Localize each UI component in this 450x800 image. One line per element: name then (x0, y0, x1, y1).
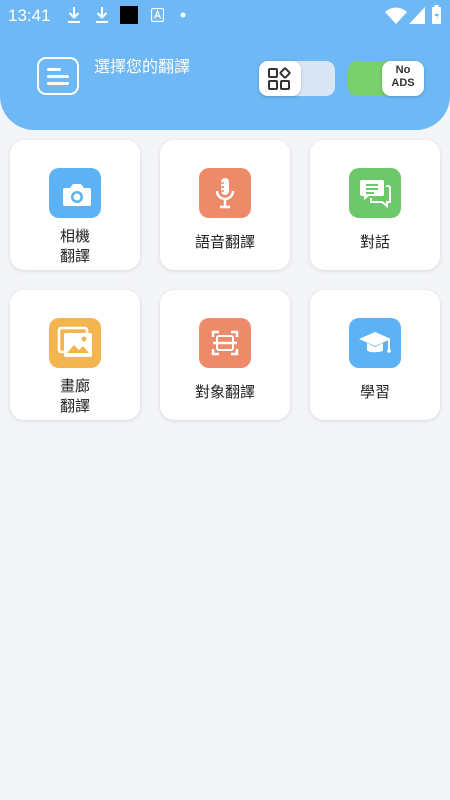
no-ads-toggle[interactable]: No ADS (348, 61, 424, 96)
icon-tile (49, 168, 101, 218)
toggle-knob: No ADS (382, 61, 424, 96)
feature-card-label: 畫廊 翻譯 (10, 376, 140, 416)
feature-card[interactable]: 對話 (310, 140, 440, 270)
microphone-icon (215, 178, 235, 209)
label-line: 對話 (359, 233, 390, 251)
status-time: 13:41 (8, 6, 51, 25)
feature-card[interactable]: 畫廊 翻譯 (10, 290, 140, 420)
feature-card[interactable]: 學習 (310, 290, 440, 420)
chat-icon (360, 180, 391, 209)
download-icon (68, 7, 80, 23)
label-line: 學習 (359, 383, 390, 401)
battery-icon (432, 5, 441, 24)
feature-card-label: 相機 翻譯 (10, 226, 140, 266)
gallery-icon (57, 326, 92, 357)
graduation-cap-icon (359, 332, 391, 353)
label-line: 翻譯 (59, 247, 90, 265)
menu-button[interactable] (37, 57, 79, 95)
icon-tile (199, 318, 251, 368)
label-line: 相機 (59, 227, 90, 245)
layout-toggle[interactable] (259, 61, 335, 96)
menu-line (47, 75, 69, 78)
status-bar: 13:41 (0, 0, 450, 32)
camera-icon (63, 184, 91, 206)
app-icon (120, 6, 138, 24)
label-line: 翻譯 (59, 397, 90, 415)
label-line: 對象翻譯 (194, 383, 255, 401)
menu-line (47, 82, 69, 85)
feature-card-label: 學習 (310, 382, 440, 402)
wifi-icon (385, 7, 407, 24)
signal-icon (409, 7, 425, 24)
feature-card-label: 對象翻譯 (160, 382, 290, 402)
no-ads-label: No ADS (382, 64, 424, 90)
label-line: 語音翻譯 (194, 233, 255, 251)
page-title: 選擇您的翻譯 (94, 57, 191, 76)
widgets-icon (268, 67, 291, 90)
scan-icon (211, 330, 239, 356)
ads-word: ADS (391, 77, 415, 89)
dot-icon (180, 12, 186, 18)
menu-line (47, 68, 61, 71)
feature-card[interactable]: 對象翻譯 (160, 290, 290, 420)
toggle-knob (259, 61, 301, 96)
feature-card[interactable]: 語音翻譯 (160, 140, 290, 270)
feature-card-label: 語音翻譯 (160, 232, 290, 252)
feature-card[interactable]: 相機 翻譯 (10, 140, 140, 270)
icon-tile (49, 318, 101, 368)
icon-tile (349, 168, 401, 218)
icon-tile (349, 318, 401, 368)
feature-card-label: 對話 (310, 232, 440, 252)
translate-app-icon (151, 8, 164, 22)
no-ads-word: No (395, 64, 411, 76)
label-line: 畫廊 (59, 377, 90, 395)
icon-tile (199, 168, 251, 218)
download-icon (96, 7, 108, 23)
